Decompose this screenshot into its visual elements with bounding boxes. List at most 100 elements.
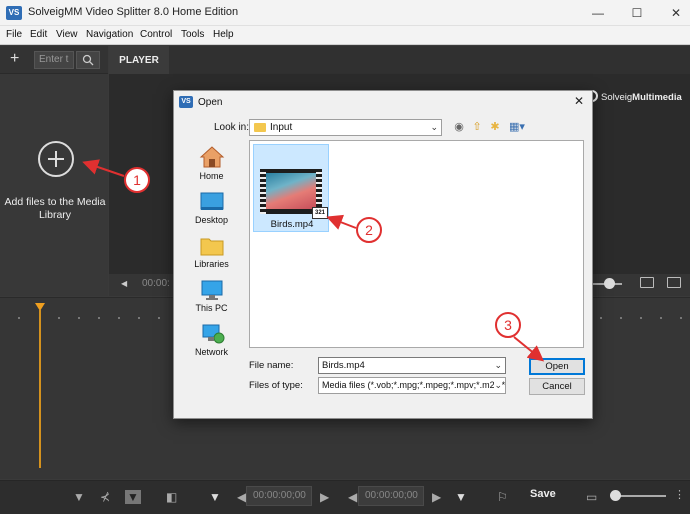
brand-name-regular: Solveig: [601, 92, 633, 103]
up-folder-icon[interactable]: ⇧: [470, 120, 484, 134]
folder-icon[interactable]: [640, 277, 654, 288]
end-time-field[interactable]: 00:00:00;00: [358, 486, 424, 506]
place-desktop-label: Desktop: [194, 215, 229, 225]
menu-view[interactable]: View: [56, 29, 78, 40]
title-bar: VS SolveigMM Video Splitter 8.0 Home Edi…: [0, 0, 690, 26]
player-tab-bar: PLAYER: [109, 46, 690, 74]
chevron-down-icon: ⌄: [430, 122, 438, 132]
prev-frame-icon[interactable]: ◀: [121, 279, 127, 288]
file-list[interactable]: 321 Birds.mp4: [249, 140, 584, 348]
ruler-tick: [680, 317, 682, 319]
libraries-icon: [200, 238, 223, 256]
menu-file[interactable]: File: [6, 29, 22, 40]
playhead-line[interactable]: [39, 310, 41, 468]
tab-player[interactable]: PLAYER: [109, 46, 169, 74]
file-badge: 321: [312, 207, 328, 219]
menu-bar: File Edit View Navigation Control Tools …: [0, 26, 690, 45]
menu-help[interactable]: Help: [213, 29, 234, 40]
go-start-next-icon[interactable]: ▶: [320, 490, 329, 504]
output-folder-icon[interactable]: ▭: [586, 490, 597, 504]
place-desktop[interactable]: Desktop: [184, 191, 239, 225]
marker-start-icon[interactable]: ▼: [209, 490, 221, 504]
search-icon: [82, 54, 94, 66]
flag-icon[interactable]: ⚐: [497, 490, 508, 504]
mute-icon[interactable]: ◧: [166, 490, 177, 504]
go-start-icon[interactable]: ◀: [237, 490, 246, 504]
look-in-dropdown[interactable]: Input ⌄: [249, 119, 442, 136]
ruler-tick: [600, 317, 602, 319]
home-icon: [199, 146, 224, 168]
more-options-icon[interactable]: ⋮: [674, 488, 685, 501]
menu-tools[interactable]: Tools: [181, 29, 204, 40]
place-network-label: Network: [194, 347, 228, 357]
snapshot-icon[interactable]: [667, 277, 681, 288]
menu-navigation[interactable]: Navigation: [86, 29, 133, 40]
dialog-close-button[interactable]: ✕: [574, 94, 584, 108]
ruler-tick: [640, 317, 642, 319]
place-libraries-label: Libraries: [194, 259, 229, 269]
file-name-label: Birds.mp4: [270, 219, 314, 230]
add-files-text[interactable]: Add files to the Media Library: [4, 196, 106, 222]
ruler-tick: [660, 317, 662, 319]
add-files-icon[interactable]: [38, 141, 74, 177]
brand-name-bold: Multimedia: [632, 92, 682, 103]
places-bar: Home Desktop Libraries This PC Network: [184, 139, 239, 361]
file-type-value: Media files (*.vob;*.mpg;*.mpeg;*.mpv;*.…: [322, 380, 506, 390]
look-in-value: Input: [270, 122, 293, 133]
window-title: SolveigMM Video Splitter 8.0 Home Editio…: [28, 6, 239, 18]
place-network[interactable]: Network: [184, 323, 239, 357]
open-dialog: VS Open ✕ Look in: Input ⌄ ◉ ⇧ ✱ ▦▾ Home…: [173, 90, 593, 419]
file-item[interactable]: 321 Birds.mp4: [253, 144, 329, 232]
go-end-icon[interactable]: ▶: [432, 490, 441, 504]
media-library-panel: [0, 74, 108, 296]
dialog-app-icon: VS: [179, 96, 193, 108]
place-home-label: Home: [199, 171, 224, 181]
video-frame: [266, 173, 316, 209]
place-libraries[interactable]: Libraries: [184, 235, 239, 269]
new-folder-icon[interactable]: ✱: [488, 120, 502, 134]
file-type-dropdown[interactable]: Media files (*.vob;*.mpg;*.mpeg;*.mpv;*.…: [318, 377, 506, 394]
filter-icon[interactable]: ▼: [73, 490, 85, 504]
ruler-tick: [78, 317, 80, 319]
marker-end-icon[interactable]: ▼: [455, 490, 467, 504]
close-button[interactable]: ✕: [653, 0, 690, 26]
ruler-tick: [158, 317, 160, 319]
ruler-tick: [18, 317, 20, 319]
desktop-icon: [200, 192, 223, 210]
ruler-tick: [58, 317, 60, 319]
back-icon[interactable]: ◉: [452, 120, 466, 134]
search-button[interactable]: [76, 51, 100, 69]
menu-edit[interactable]: Edit: [30, 29, 47, 40]
chevron-down-icon[interactable]: ⌄: [494, 378, 502, 393]
add-media-button[interactable]: +: [10, 50, 19, 68]
folder-icon: [254, 123, 266, 132]
chevron-down-icon[interactable]: ⌄: [494, 358, 502, 373]
file-name-field-label: File name:: [249, 360, 294, 371]
filter-off-icon[interactable]: ⊀: [100, 490, 110, 504]
place-home[interactable]: Home: [184, 145, 239, 181]
dialog-title: Open: [198, 97, 223, 108]
zoom-slider-knob[interactable]: [610, 490, 621, 501]
brand-logo: SolveigMultimedia: [586, 90, 682, 103]
menu-control[interactable]: Control: [140, 29, 172, 40]
search-input[interactable]: Enter t: [34, 51, 74, 69]
save-button[interactable]: Save: [530, 488, 556, 500]
place-this-pc[interactable]: This PC: [184, 279, 239, 313]
filter-active-icon[interactable]: ▼: [125, 490, 141, 504]
app-icon: VS: [6, 6, 22, 20]
look-in-label: Look in:: [214, 122, 250, 133]
player-time: 00:00:: [142, 278, 170, 289]
computer-icon: [201, 280, 222, 300]
file-type-label: Files of type:: [249, 380, 303, 391]
ruler-tick: [138, 317, 140, 319]
ruler-tick: [98, 317, 100, 319]
open-button[interactable]: Open: [529, 358, 585, 375]
file-name-input[interactable]: Birds.mp4 ⌄: [318, 357, 506, 374]
go-end-prev-icon[interactable]: ◀: [348, 490, 357, 504]
view-menu-icon[interactable]: ▦▾: [507, 120, 527, 134]
start-time-field[interactable]: 00:00:00;00: [246, 486, 312, 506]
library-toolbar: + Enter t: [0, 46, 108, 74]
place-this-pc-label: This PC: [195, 303, 228, 313]
cancel-button[interactable]: Cancel: [529, 378, 585, 395]
volume-slider-knob[interactable]: [604, 278, 615, 289]
